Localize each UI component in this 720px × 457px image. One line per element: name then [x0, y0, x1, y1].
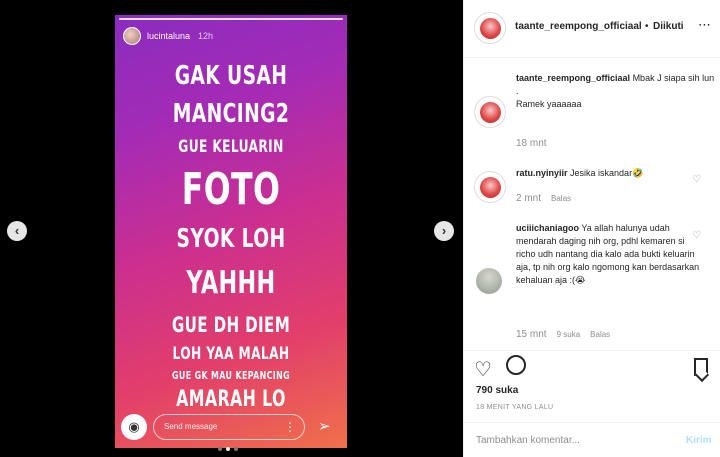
avatar-logo [479, 101, 501, 123]
reply-button[interactable]: Balas [590, 330, 610, 339]
story-line: GUE DH DIEM [171, 313, 291, 337]
chevron-right-icon[interactable]: › [434, 221, 454, 241]
comment-time[interactable]: 18 mnt [516, 138, 547, 149]
comment-meta: 2 mnt Balas [516, 193, 571, 204]
story-line: GUE GK MAU KEPANCING [172, 369, 290, 382]
story-line: YAHHH [186, 265, 276, 301]
story-image: lucintaluna 12h GAK USAH MANCING2 GUE KE… [115, 15, 347, 448]
story-line: SYOK LOH [176, 224, 286, 254]
like-icon[interactable]: ♡ [474, 357, 492, 382]
story-line: LOH YAA MALAH [172, 344, 290, 364]
more-vertical-icon[interactable]: ⋮ [284, 415, 296, 439]
avatar[interactable] [474, 96, 506, 128]
like-comment-icon[interactable]: ♡ [692, 230, 701, 241]
comment-body: . [516, 86, 519, 97]
avatar[interactable] [474, 12, 506, 44]
following-button[interactable]: Diikuti [653, 21, 684, 32]
story-text: GAK USAH MANCING2 GUE KELUARIN FOTO SYOK… [115, 47, 347, 411]
comment-meta: 15 mnt 9 suka Balas [516, 329, 610, 340]
comment-username[interactable]: taante_reempong_officiaal [516, 73, 630, 83]
comment-text: ratu.nyinyiir Jesika iskandar🤣 [516, 167, 643, 180]
caption-text: taante_reempong_officiaal Mbak J siapa s… [516, 72, 714, 111]
story-avatar[interactable] [123, 27, 141, 45]
more-options-icon[interactable]: ⋯ [698, 17, 711, 33]
avatar[interactable] [474, 171, 506, 203]
carousel-dot [234, 447, 238, 451]
story-header: lucintaluna 12h [123, 27, 213, 45]
post-time: 18 MENIT YANG LALU [476, 404, 554, 411]
story-line: GAK USAH [174, 61, 288, 91]
separator-dot: • [645, 21, 649, 32]
send-message-input[interactable]: Send message ⋮ [153, 414, 305, 440]
bookmark-icon[interactable] [694, 358, 708, 376]
story-line: MANCING2 [172, 99, 290, 129]
comment-time[interactable]: 2 mnt [516, 193, 541, 204]
chevron-left-icon[interactable]: ‹ [7, 221, 27, 241]
camera-icon[interactable]: ◉ [121, 414, 147, 440]
media-viewer: lucintaluna 12h GAK USAH MANCING2 GUE KE… [0, 0, 463, 457]
story-line: GUE KELUARIN [178, 137, 284, 157]
comment-username[interactable]: ratu.nyinyiir [516, 168, 568, 178]
story-username[interactable]: lucintaluna [147, 31, 190, 41]
avatar-logo [479, 176, 501, 198]
story-line: AMARAH LO [176, 387, 286, 412]
comment-time[interactable]: 15 mnt [516, 329, 547, 340]
comment-icon[interactable] [506, 355, 526, 375]
comment-input[interactable]: Tambahkan komentar... [476, 435, 580, 446]
add-comment-bar: Tambahkan komentar... Kirim [464, 422, 720, 457]
post-header: taante_reempong_officiaal • Diikuti ⋯ [464, 0, 720, 58]
story-line: FOTO [181, 164, 281, 215]
post-sidebar: taante_reempong_officiaal • Diikuti ⋯ ta… [463, 0, 720, 457]
comment-body: Mbak J siapa sih lun [632, 73, 715, 83]
comment-body: Jesika iskandar🤣 [570, 168, 644, 178]
send-message-placeholder: Send message [164, 422, 218, 431]
carousel-dots [218, 447, 238, 451]
comment-text: uciiichaniagoo Ya allah halunya udah men… [516, 222, 706, 287]
reply-button[interactable]: Balas [551, 194, 571, 203]
post-comment-button[interactable]: Kirim [686, 435, 712, 446]
like-comment-icon[interactable]: ♡ [692, 174, 701, 185]
story-time: 12h [198, 31, 214, 41]
carousel-dot-active [226, 447, 230, 451]
like-count[interactable]: 790 suka [476, 385, 518, 396]
header-username[interactable]: taante_reempong_officiaal [515, 21, 642, 32]
post-actions: ♡ 790 suka 18 MENIT YANG LALU [464, 350, 720, 422]
carousel-dot [218, 447, 222, 451]
avatar-logo [479, 17, 501, 39]
send-icon[interactable]: ➢ [318, 417, 331, 435]
story-footer: ◉ Send message ⋮ ➢ [115, 414, 347, 440]
comment-likes[interactable]: 9 suka [557, 330, 581, 339]
avatar[interactable] [476, 268, 502, 294]
comment-meta: 18 mnt [516, 138, 547, 149]
story-progress-bar [119, 18, 343, 20]
comment-body: Ramek yaaaaaa [516, 99, 582, 110]
comment-username[interactable]: uciiichaniagoo [516, 223, 579, 233]
